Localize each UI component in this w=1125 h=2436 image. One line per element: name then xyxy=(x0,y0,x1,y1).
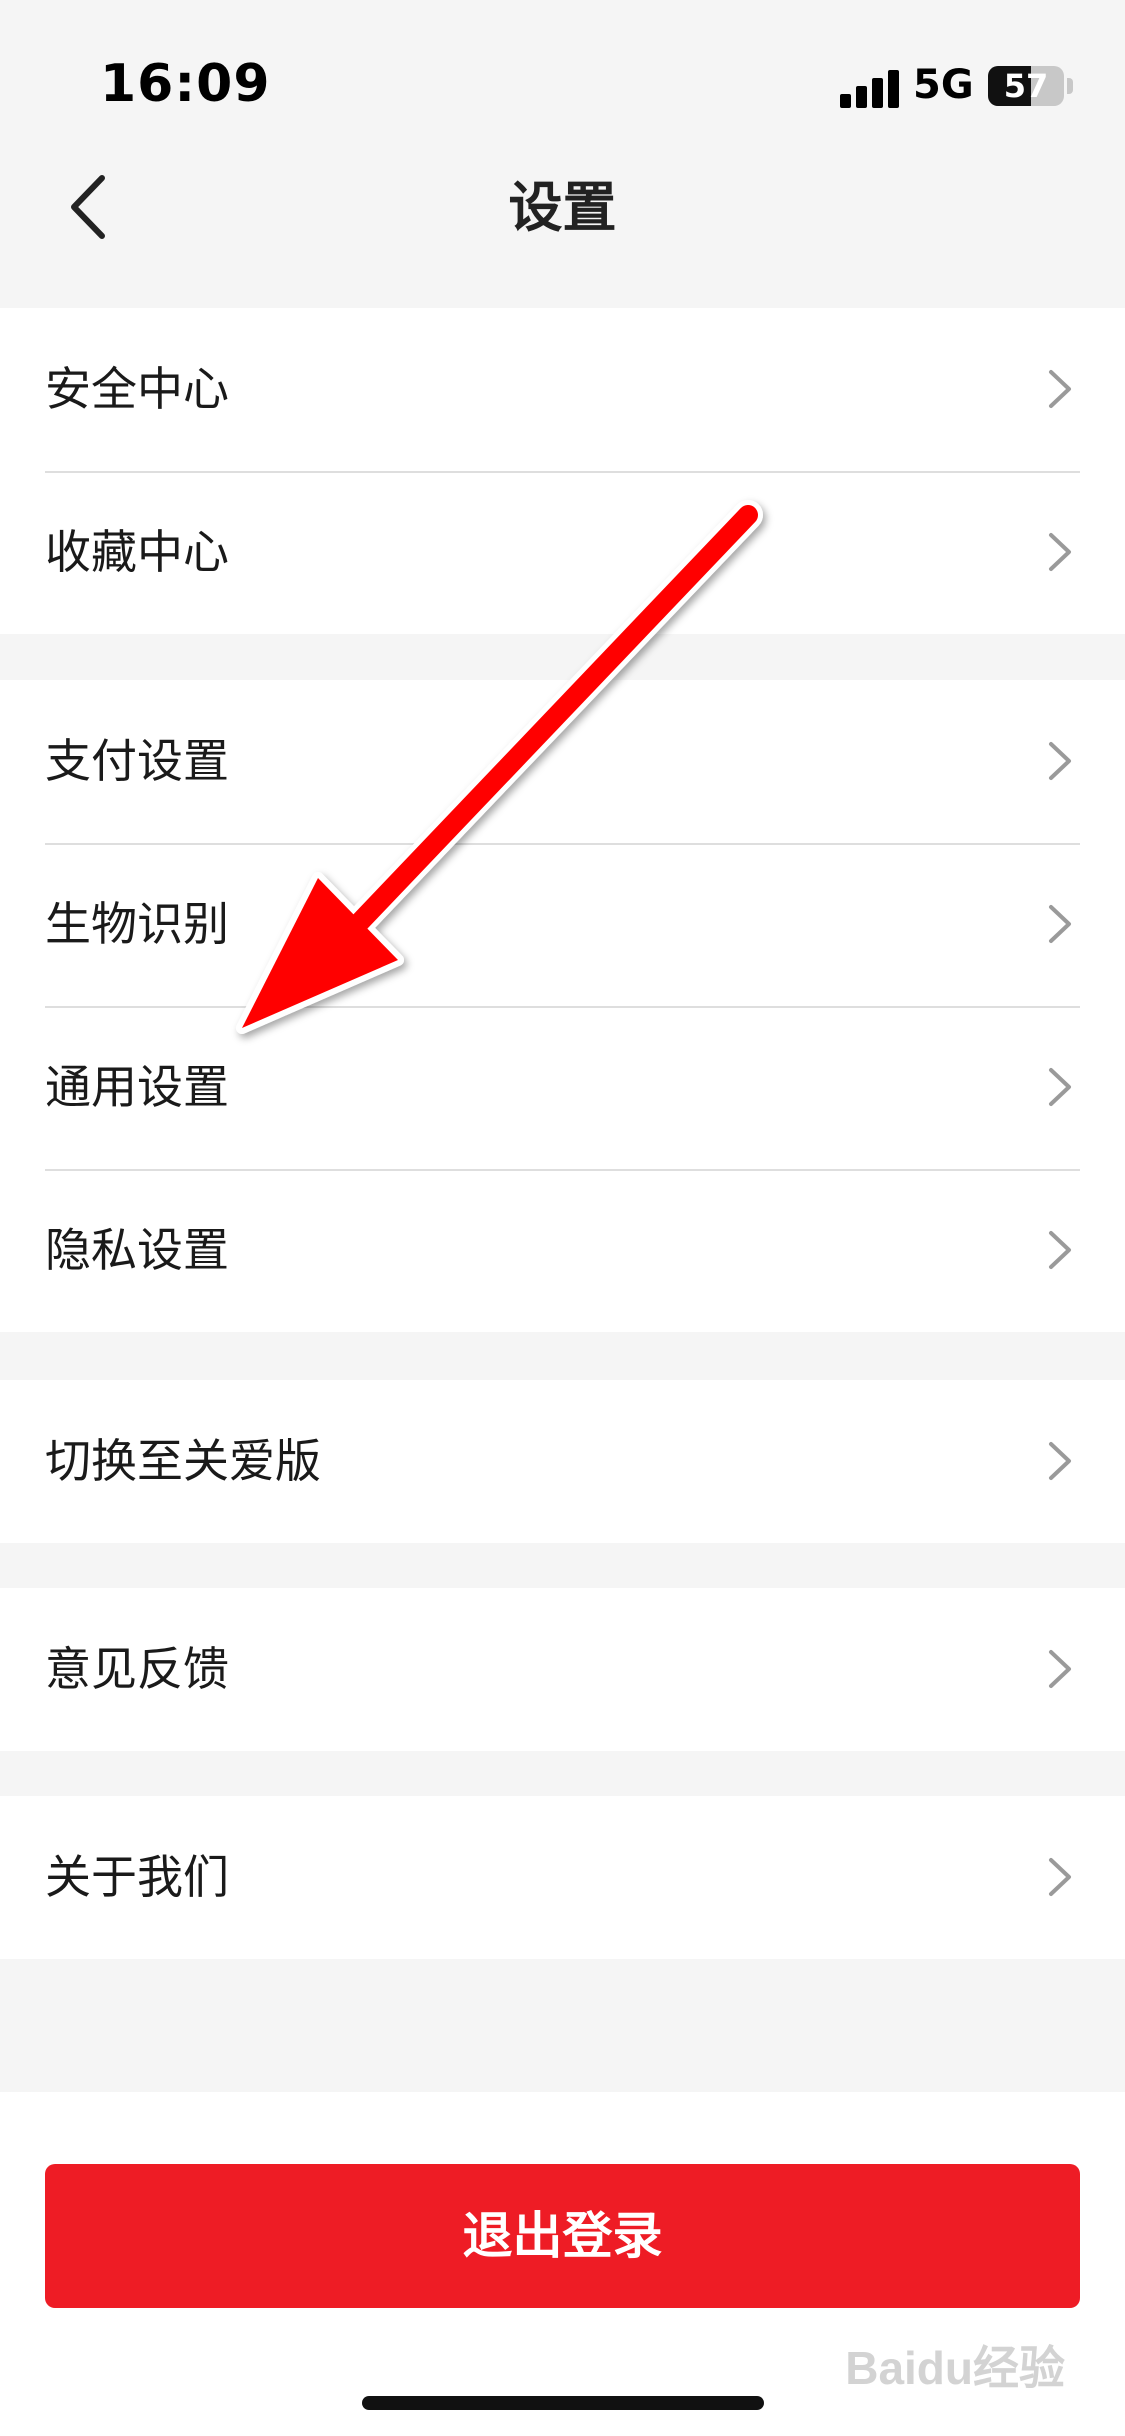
menu-item-feedback[interactable]: 意见反馈 xyxy=(0,1588,1125,1751)
menu-item-biometrics[interactable]: 生物识别 xyxy=(0,843,1125,1006)
battery-icon: 57 xyxy=(988,66,1064,106)
menu-item-label: 支付设置 xyxy=(45,734,229,788)
chevron-right-icon xyxy=(1049,370,1071,408)
chevron-right-icon xyxy=(1049,1231,1071,1269)
menu-item-label: 安全中心 xyxy=(45,362,229,416)
settings-group-5: 关于我们 xyxy=(0,1796,1125,1959)
chevron-right-icon xyxy=(1049,1650,1071,1688)
network-type: 5G xyxy=(913,62,974,108)
settings-group-3: 切换至关爱版 xyxy=(0,1380,1125,1543)
page-title: 设置 xyxy=(508,176,617,239)
logout-button[interactable]: 退出登录 xyxy=(45,2164,1080,2308)
settings-group-2: 支付设置 生物识别 通用设置 隐私设置 xyxy=(0,680,1125,1332)
watermark-logo: Baidu经验 xyxy=(845,2342,1065,2394)
menu-item-label: 切换至关爱版 xyxy=(45,1434,321,1488)
menu-item-label: 关于我们 xyxy=(45,1850,229,1904)
menu-item-label: 生物识别 xyxy=(45,897,229,951)
menu-item-label: 意见反馈 xyxy=(45,1642,229,1696)
menu-item-switch-care-mode[interactable]: 切换至关爱版 xyxy=(0,1380,1125,1543)
menu-item-label: 隐私设置 xyxy=(45,1223,229,1277)
logout-area: 退出登录 Baidu经验 xyxy=(0,2092,1125,2436)
chevron-right-icon xyxy=(1049,1858,1071,1896)
status-time: 16:09 xyxy=(100,54,271,114)
status-bar: 16:09 5G 57 xyxy=(0,0,1125,160)
chevron-right-icon xyxy=(1049,1068,1071,1106)
battery-level: 57 xyxy=(1003,67,1049,105)
chevron-right-icon xyxy=(1049,1442,1071,1480)
battery-cap xyxy=(1067,78,1073,94)
chevron-right-icon xyxy=(1049,905,1071,943)
chevron-right-icon xyxy=(1049,742,1071,780)
signal-icon xyxy=(840,68,902,108)
menu-item-general-settings[interactable]: 通用设置 xyxy=(0,1006,1125,1169)
settings-group-4: 意见反馈 xyxy=(0,1588,1125,1751)
menu-item-favorites-center[interactable]: 收藏中心 xyxy=(0,471,1125,634)
chevron-right-icon xyxy=(1049,533,1071,571)
menu-item-label: 收藏中心 xyxy=(45,525,229,579)
menu-item-label: 通用设置 xyxy=(45,1060,229,1114)
home-indicator xyxy=(362,2396,764,2410)
menu-item-security-center[interactable]: 安全中心 xyxy=(0,308,1125,471)
menu-item-privacy-settings[interactable]: 隐私设置 xyxy=(0,1169,1125,1332)
settings-group-1: 安全中心 收藏中心 xyxy=(0,308,1125,634)
nav-bar: 设置 xyxy=(0,150,1125,300)
menu-item-about-us[interactable]: 关于我们 xyxy=(0,1796,1125,1959)
menu-item-payment-settings[interactable]: 支付设置 xyxy=(0,680,1125,843)
